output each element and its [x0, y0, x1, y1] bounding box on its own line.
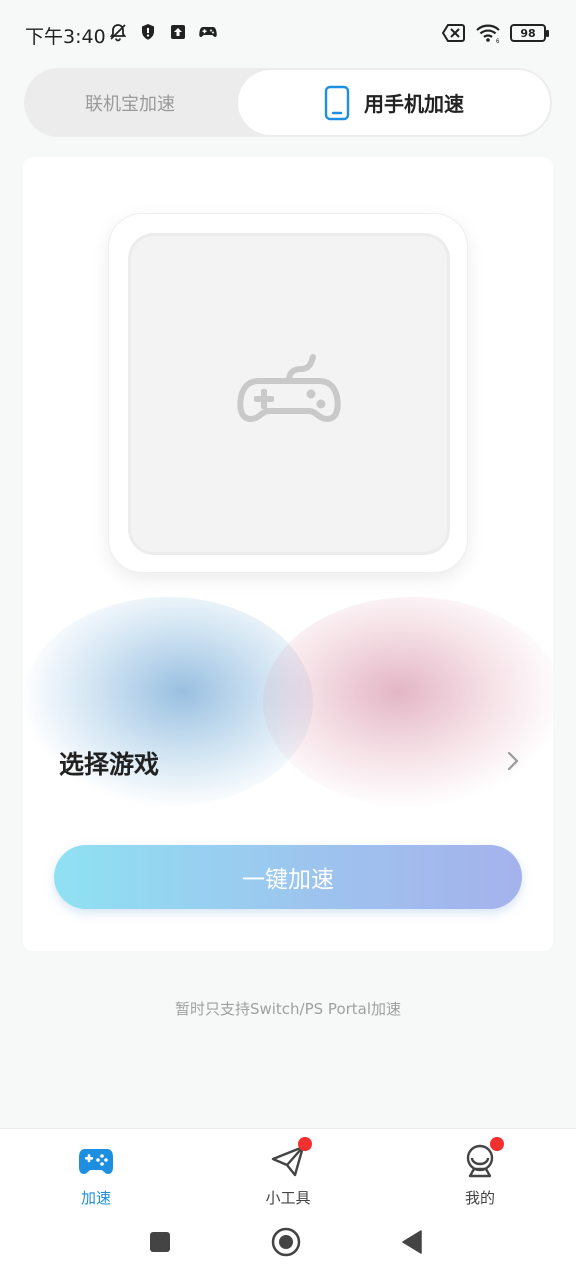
paper-plane-icon [270, 1137, 312, 1179]
home-button[interactable] [266, 1220, 306, 1264]
phone-icon [324, 85, 350, 120]
one-click-boost-label: 一键加速 [242, 867, 334, 893]
recent-apps-button[interactable] [140, 1220, 180, 1264]
select-game-label: 选择游戏 [59, 750, 160, 779]
system-nav-bar [0, 1220, 576, 1270]
mode-switch: 联机宝加速 用手机加速 [24, 68, 552, 137]
app-screen: 下午3:40 6 98 联机宝加速 用手机加速 选择游戏 一键加速 暂时只支持S… [0, 0, 576, 1280]
status-icons-left [108, 22, 218, 42]
status-icons-right: 6 98 [442, 23, 549, 43]
tab-console-boost[interactable]: 联机宝加速 [24, 68, 236, 137]
mute-bell-icon [109, 24, 127, 42]
square-icon [150, 1232, 170, 1252]
gamepad-placeholder-icon [237, 354, 341, 423]
nav-item-boost[interactable]: 加速 [36, 1143, 156, 1213]
nav-label-profile: 我的 [464, 1189, 495, 1207]
status-time: 下午3:40 [25, 26, 106, 48]
select-game-row[interactable]: 选择游戏 [23, 727, 553, 797]
shield-icon [142, 24, 154, 40]
nav-label-boost: 加速 [80, 1189, 111, 1207]
nav-item-tools[interactable]: 小工具 [228, 1137, 348, 1213]
battery-icon: 98 [510, 24, 549, 42]
support-note: 暂时只支持Switch/PS Portal加速 [174, 1000, 402, 1018]
tab-console-boost-label: 联机宝加速 [85, 93, 175, 115]
battery-level: 98 [520, 26, 536, 40]
profile-badge [490, 1137, 504, 1151]
status-bar: 下午3:40 6 98 [0, 0, 576, 68]
nav-label-tools: 小工具 [265, 1189, 311, 1207]
home-circle-icon [271, 1227, 301, 1257]
chevron-right-icon [507, 751, 519, 771]
gamepad-icon [78, 1143, 114, 1179]
game-placeholder [128, 233, 450, 555]
gamepad-icon [199, 27, 217, 37]
one-click-boost-button[interactable]: 一键加速 [54, 845, 522, 909]
game-device-frame[interactable] [108, 213, 468, 573]
back-triangle-icon [402, 1230, 422, 1254]
sim-x-icon [442, 24, 465, 42]
profile-icon [462, 1137, 504, 1179]
svg-text:6: 6 [496, 39, 500, 43]
tab-phone-boost[interactable]: 用手机加速 [238, 70, 550, 135]
wifi-icon: 6 [476, 24, 500, 43]
back-button[interactable] [392, 1220, 432, 1264]
boost-card: 选择游戏 一键加速 [23, 157, 553, 951]
tab-phone-boost-label: 用手机加速 [364, 92, 464, 116]
tools-badge [298, 1137, 312, 1151]
upload-icon [171, 25, 185, 39]
nav-item-profile[interactable]: 我的 [420, 1137, 540, 1213]
